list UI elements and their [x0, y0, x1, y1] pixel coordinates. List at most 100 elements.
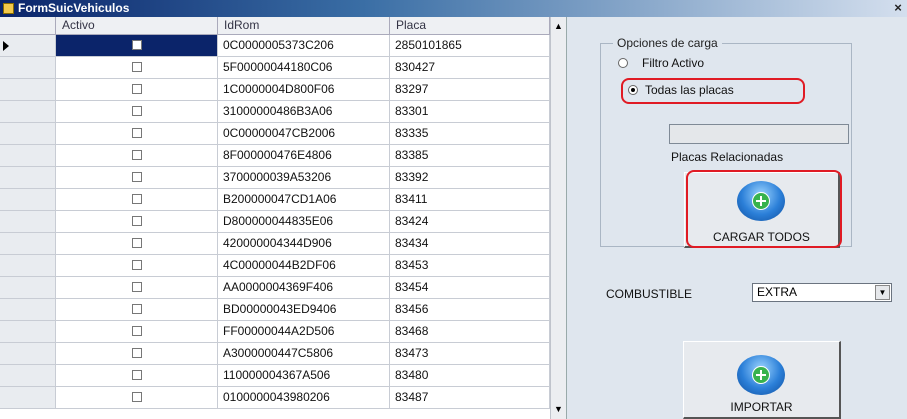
activo-cell[interactable] — [56, 255, 218, 277]
activo-checkbox[interactable] — [132, 40, 142, 50]
todas-placas-radio[interactable] — [628, 85, 638, 95]
idrom-cell: AA0000004369F406 — [218, 277, 390, 299]
activo-checkbox[interactable] — [132, 62, 142, 72]
table-row[interactable]: 110000004367A506 83480 — [0, 365, 550, 387]
placa-cell: 2850101865 — [390, 35, 550, 57]
activo-cell[interactable] — [56, 57, 218, 79]
activo-checkbox[interactable] — [132, 260, 142, 270]
table-row[interactable]: FF00000044A2D506 83468 — [0, 321, 550, 343]
activo-checkbox[interactable] — [132, 348, 142, 358]
placa-cell: 83473 — [390, 343, 550, 365]
row-header[interactable] — [0, 343, 56, 365]
vertical-scrollbar[interactable]: ▲ ▼ — [550, 17, 566, 419]
row-header[interactable] — [0, 233, 56, 255]
table-row[interactable]: AA0000004369F406 83454 — [0, 277, 550, 299]
row-header[interactable] — [0, 57, 56, 79]
table-row[interactable]: 0100000043980206 83487 — [0, 387, 550, 409]
table-row[interactable]: D800000044835E06 83424 — [0, 211, 550, 233]
table-row[interactable]: 0C00000047CB2006 83335 — [0, 123, 550, 145]
row-header[interactable] — [0, 167, 56, 189]
row-header[interactable] — [0, 387, 56, 409]
activo-checkbox[interactable] — [132, 304, 142, 314]
chevron-down-icon[interactable]: ▼ — [875, 285, 890, 300]
close-button[interactable]: × — [891, 0, 905, 16]
table-row[interactable]: B200000047CD1A06 83411 — [0, 189, 550, 211]
app-icon — [3, 3, 14, 14]
activo-checkbox[interactable] — [132, 128, 142, 138]
todas-placas-label[interactable]: Todas las placas — [645, 83, 734, 97]
table-row[interactable]: 1C0000004D800F06 83297 — [0, 79, 550, 101]
table-row[interactable]: 420000004344D906 83434 — [0, 233, 550, 255]
scroll-up-icon[interactable]: ▲ — [551, 18, 566, 34]
activo-checkbox[interactable] — [132, 326, 142, 336]
activo-cell[interactable] — [56, 387, 218, 409]
load-options-group: Opciones de carga Filtro Activo Todas la… — [600, 36, 852, 248]
activo-cell[interactable] — [56, 365, 218, 387]
row-header[interactable] — [0, 365, 56, 387]
activo-checkbox[interactable] — [132, 216, 142, 226]
activo-checkbox[interactable] — [132, 238, 142, 248]
placa-cell: 83480 — [390, 365, 550, 387]
placa-cell: 83411 — [390, 189, 550, 211]
activo-cell[interactable] — [56, 299, 218, 321]
activo-checkbox[interactable] — [132, 370, 142, 380]
activo-cell[interactable] — [56, 123, 218, 145]
activo-cell[interactable] — [56, 145, 218, 167]
table-row[interactable]: 3700000039A53206 83392 — [0, 167, 550, 189]
activo-cell[interactable] — [56, 79, 218, 101]
activo-cell[interactable] — [56, 277, 218, 299]
table-row[interactable]: 4C00000044B2DF06 83453 — [0, 255, 550, 277]
idrom-cell: D800000044835E06 — [218, 211, 390, 233]
row-header[interactable] — [0, 35, 56, 57]
placa-cell: 83487 — [390, 387, 550, 409]
row-header[interactable] — [0, 79, 56, 101]
placas-relacionadas-field[interactable] — [669, 124, 849, 144]
activo-checkbox[interactable] — [132, 282, 142, 292]
activo-checkbox[interactable] — [132, 172, 142, 182]
row-header[interactable] — [0, 211, 56, 233]
activo-checkbox[interactable] — [132, 392, 142, 402]
title-bar: FormSuicVehiculos × — [0, 0, 907, 17]
vehicles-grid[interactable]: Activo IdRom Placa 0C0000005373C206 28501… — [0, 17, 567, 419]
activo-checkbox[interactable] — [132, 84, 142, 94]
row-header[interactable] — [0, 123, 56, 145]
row-header[interactable] — [0, 299, 56, 321]
activo-checkbox[interactable] — [132, 106, 142, 116]
table-row[interactable]: BD00000043ED9406 83456 — [0, 299, 550, 321]
activo-cell[interactable] — [56, 321, 218, 343]
table-row[interactable]: A3000000447C5806 83473 — [0, 343, 550, 365]
activo-cell[interactable] — [56, 189, 218, 211]
row-header[interactable] — [0, 189, 56, 211]
combustible-select[interactable]: EXTRA ▼ — [752, 283, 892, 302]
activo-checkbox[interactable] — [132, 150, 142, 160]
idrom-cell: 5F00000044180C06 — [218, 57, 390, 79]
table-row[interactable]: 31000000486B3A06 83301 — [0, 101, 550, 123]
add-icon — [737, 355, 785, 395]
idrom-cell: 0C00000047CB2006 — [218, 123, 390, 145]
importar-button[interactable]: IMPORTAR — [683, 341, 841, 419]
row-header[interactable] — [0, 277, 56, 299]
table-row[interactable]: 0C0000005373C206 2850101865 — [0, 35, 550, 57]
activo-checkbox[interactable] — [132, 194, 142, 204]
activo-cell[interactable] — [56, 211, 218, 233]
filtro-activo-radio[interactable] — [618, 58, 628, 68]
row-header[interactable] — [0, 255, 56, 277]
column-header-placa[interactable]: Placa — [390, 17, 550, 35]
idrom-cell: 4C00000044B2DF06 — [218, 255, 390, 277]
table-row[interactable]: 5F00000044180C06 830427 — [0, 57, 550, 79]
placa-cell: 83453 — [390, 255, 550, 277]
row-header[interactable] — [0, 145, 56, 167]
column-header-idrom[interactable]: IdRom — [218, 17, 390, 35]
activo-cell[interactable] — [56, 101, 218, 123]
activo-cell[interactable] — [56, 35, 218, 57]
activo-cell[interactable] — [56, 233, 218, 255]
activo-cell[interactable] — [56, 167, 218, 189]
activo-cell[interactable] — [56, 343, 218, 365]
row-header[interactable] — [0, 321, 56, 343]
idrom-cell: 420000004344D906 — [218, 233, 390, 255]
column-header-activo[interactable]: Activo — [56, 17, 218, 35]
row-header[interactable] — [0, 101, 56, 123]
scroll-down-icon[interactable]: ▼ — [551, 401, 566, 417]
filtro-activo-label[interactable]: Filtro Activo — [642, 56, 704, 70]
table-row[interactable]: 8F000000476E4806 83385 — [0, 145, 550, 167]
